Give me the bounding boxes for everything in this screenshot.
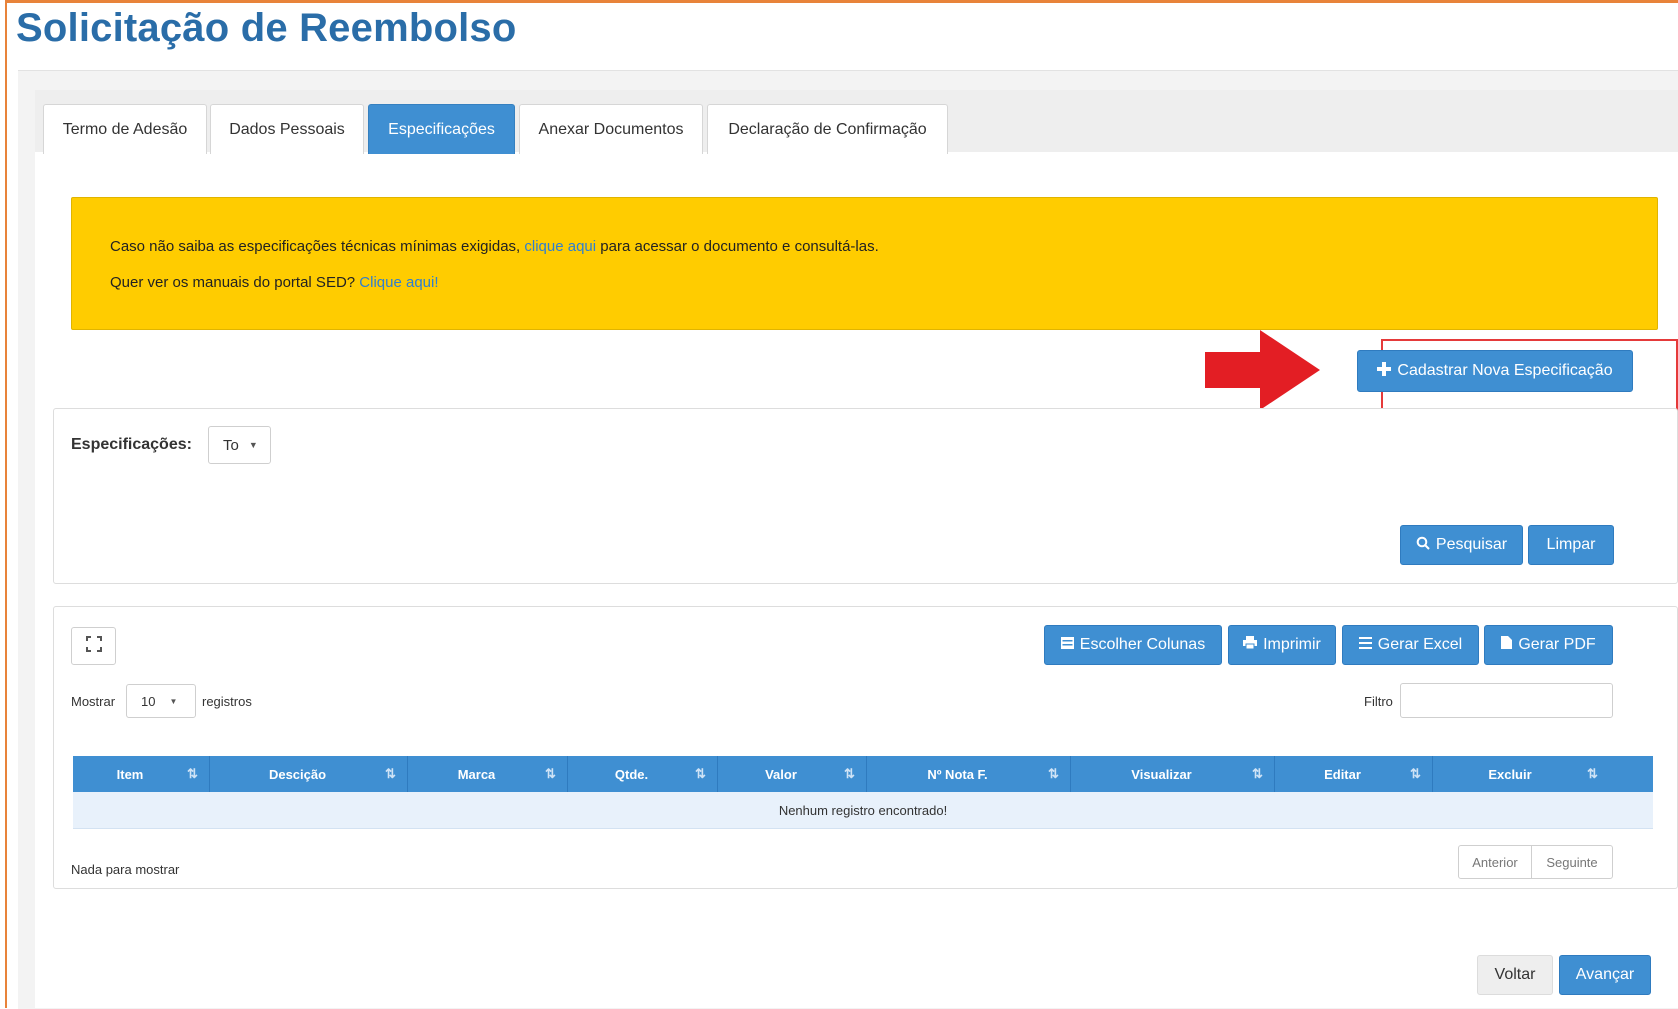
alert-text: Quer ver os manuais do portal SED? — [110, 274, 356, 291]
column-label: Marca — [457, 766, 496, 782]
tab-label: Declaração de Confirmação — [728, 120, 927, 138]
tab-label: Especificações — [388, 120, 495, 138]
generate-excel-button[interactable]: Gerar Excel — [1342, 625, 1479, 665]
add-new-specification-button[interactable]: Cadastrar Nova Especificação — [1357, 350, 1633, 392]
empty-message: Nenhum registro encontrado! — [778, 802, 948, 818]
records-label: registros — [202, 694, 252, 709]
column-label: Visualizar — [1131, 766, 1192, 782]
generate-pdf-button[interactable]: Gerar PDF — [1484, 625, 1613, 665]
alert-text: para acessar o documento e consultá-las. — [600, 238, 879, 255]
select-value: 10 — [141, 693, 156, 709]
specifications-select[interactable]: To ▼ — [208, 426, 271, 464]
button-label: Pesquisar — [1435, 536, 1508, 553]
alert-line-2: Quer ver os manuais do portal SED? Cliqu… — [110, 274, 439, 291]
tab-declaracao-de-confirmacao[interactable]: Declaração de Confirmação — [707, 104, 948, 154]
page-title: Solicitação de Reembolso — [16, 6, 517, 50]
table-header: Item ⇅ Descição ⇅ Marca ⇅ Qtde. ⇅ Valor ⇅ Nº … — [73, 756, 1653, 792]
specs-document-link[interactable]: clique aqui — [524, 238, 596, 255]
column-label: Descição — [268, 766, 327, 782]
frame-border-left — [5, 0, 7, 1008]
column-header-visualizar[interactable]: Visualizar ⇅ — [1071, 756, 1275, 792]
back-button[interactable]: Voltar — [1477, 955, 1553, 995]
select-value: To — [223, 436, 239, 454]
tab-termo-de-adesao[interactable]: Termo de Adesão — [43, 104, 207, 154]
expand-button[interactable] — [71, 627, 116, 665]
clear-button[interactable]: Limpar — [1528, 525, 1614, 565]
red-arrow-icon — [1205, 330, 1320, 410]
table-filter-input[interactable] — [1400, 683, 1613, 718]
expand-icon — [85, 635, 102, 657]
button-label: Seguinte — [1546, 854, 1598, 870]
page-size-select[interactable]: 10 ▼ — [126, 684, 196, 718]
frame-border-top — [5, 0, 1678, 3]
info-alert: Caso não saiba as especificações técnica… — [71, 197, 1658, 330]
next-step-button[interactable]: Avançar — [1559, 955, 1651, 995]
column-header-editar[interactable]: Editar ⇅ — [1275, 756, 1433, 792]
button-label: Cadastrar Nova Especificação — [1397, 362, 1613, 379]
button-label: Voltar — [1494, 966, 1536, 983]
sort-icon: ⇅ — [385, 766, 396, 781]
column-header-valor[interactable]: Valor ⇅ — [718, 756, 867, 792]
search-icon — [1416, 536, 1430, 555]
column-label: Editar — [1324, 766, 1361, 782]
tab-especificacoes[interactable]: Especificações — [368, 104, 515, 154]
column-label: Excluir — [1488, 766, 1532, 782]
tab-dados-pessoais[interactable]: Dados Pessoais — [210, 104, 364, 154]
file-icon — [1501, 636, 1513, 654]
manuals-link[interactable]: Clique aqui! — [359, 274, 438, 291]
choose-columns-button[interactable]: Escolher Colunas — [1044, 625, 1222, 665]
button-label: Avançar — [1575, 966, 1635, 983]
list-icon — [1358, 636, 1372, 654]
column-header-item[interactable]: Item ⇅ — [73, 756, 210, 792]
search-button[interactable]: Pesquisar — [1400, 525, 1523, 565]
specifications-filter-label: Especificações: — [71, 436, 192, 453]
column-header-descricao[interactable]: Descição ⇅ — [210, 756, 408, 792]
sort-icon: ⇅ — [1587, 766, 1598, 781]
sort-icon: ⇅ — [695, 766, 706, 781]
table-info: Nada para mostrar — [71, 862, 180, 877]
sort-icon: ⇅ — [545, 766, 556, 781]
print-icon — [1243, 636, 1258, 654]
sort-icon: ⇅ — [1048, 766, 1059, 781]
sort-icon: ⇅ — [187, 766, 198, 781]
column-label: Qtde. — [614, 766, 649, 782]
column-label: Item — [116, 766, 144, 782]
tab-label: Dados Pessoais — [229, 120, 345, 138]
columns-icon — [1060, 636, 1074, 654]
sort-icon: ⇅ — [844, 766, 855, 781]
column-label: Nº Nota F. — [927, 766, 988, 782]
previous-page-button[interactable]: Anterior — [1458, 845, 1532, 879]
button-label: Imprimir — [1263, 636, 1321, 653]
button-label: Limpar — [1546, 536, 1596, 553]
button-label: Anterior — [1472, 854, 1518, 870]
chevron-down-icon: ▼ — [169, 696, 178, 706]
tab-label: Termo de Adesão — [62, 120, 188, 138]
next-page-button[interactable]: Seguinte — [1531, 845, 1613, 879]
print-button[interactable]: Imprimir — [1228, 625, 1336, 665]
button-label: Gerar PDF — [1518, 636, 1596, 653]
column-header-marca[interactable]: Marca ⇅ — [408, 756, 568, 792]
button-label: Gerar Excel — [1377, 636, 1463, 653]
tab-anexar-documentos[interactable]: Anexar Documentos — [519, 104, 703, 154]
filter-label: Filtro — [1364, 694, 1393, 709]
chevron-down-icon: ▼ — [248, 440, 258, 450]
button-label: Escolher Colunas — [1079, 636, 1206, 653]
column-label: Valor — [765, 766, 797, 782]
plus-icon — [1377, 361, 1392, 381]
column-header-excluir[interactable]: Excluir ⇅ — [1433, 756, 1609, 792]
sort-icon: ⇅ — [1410, 766, 1421, 781]
tab-label: Anexar Documentos — [538, 120, 684, 138]
alert-line-1: Caso não saiba as especificações técnica… — [110, 238, 879, 255]
empty-table-row: Nenhum registro encontrado! — [73, 792, 1653, 829]
column-header-nota-fiscal[interactable]: Nº Nota F. ⇅ — [867, 756, 1071, 792]
sort-icon: ⇅ — [1252, 766, 1263, 781]
column-header-qtde[interactable]: Qtde. ⇅ — [568, 756, 718, 792]
alert-text: Caso não saiba as especificações técnica… — [110, 238, 521, 255]
show-label: Mostrar — [71, 694, 116, 709]
